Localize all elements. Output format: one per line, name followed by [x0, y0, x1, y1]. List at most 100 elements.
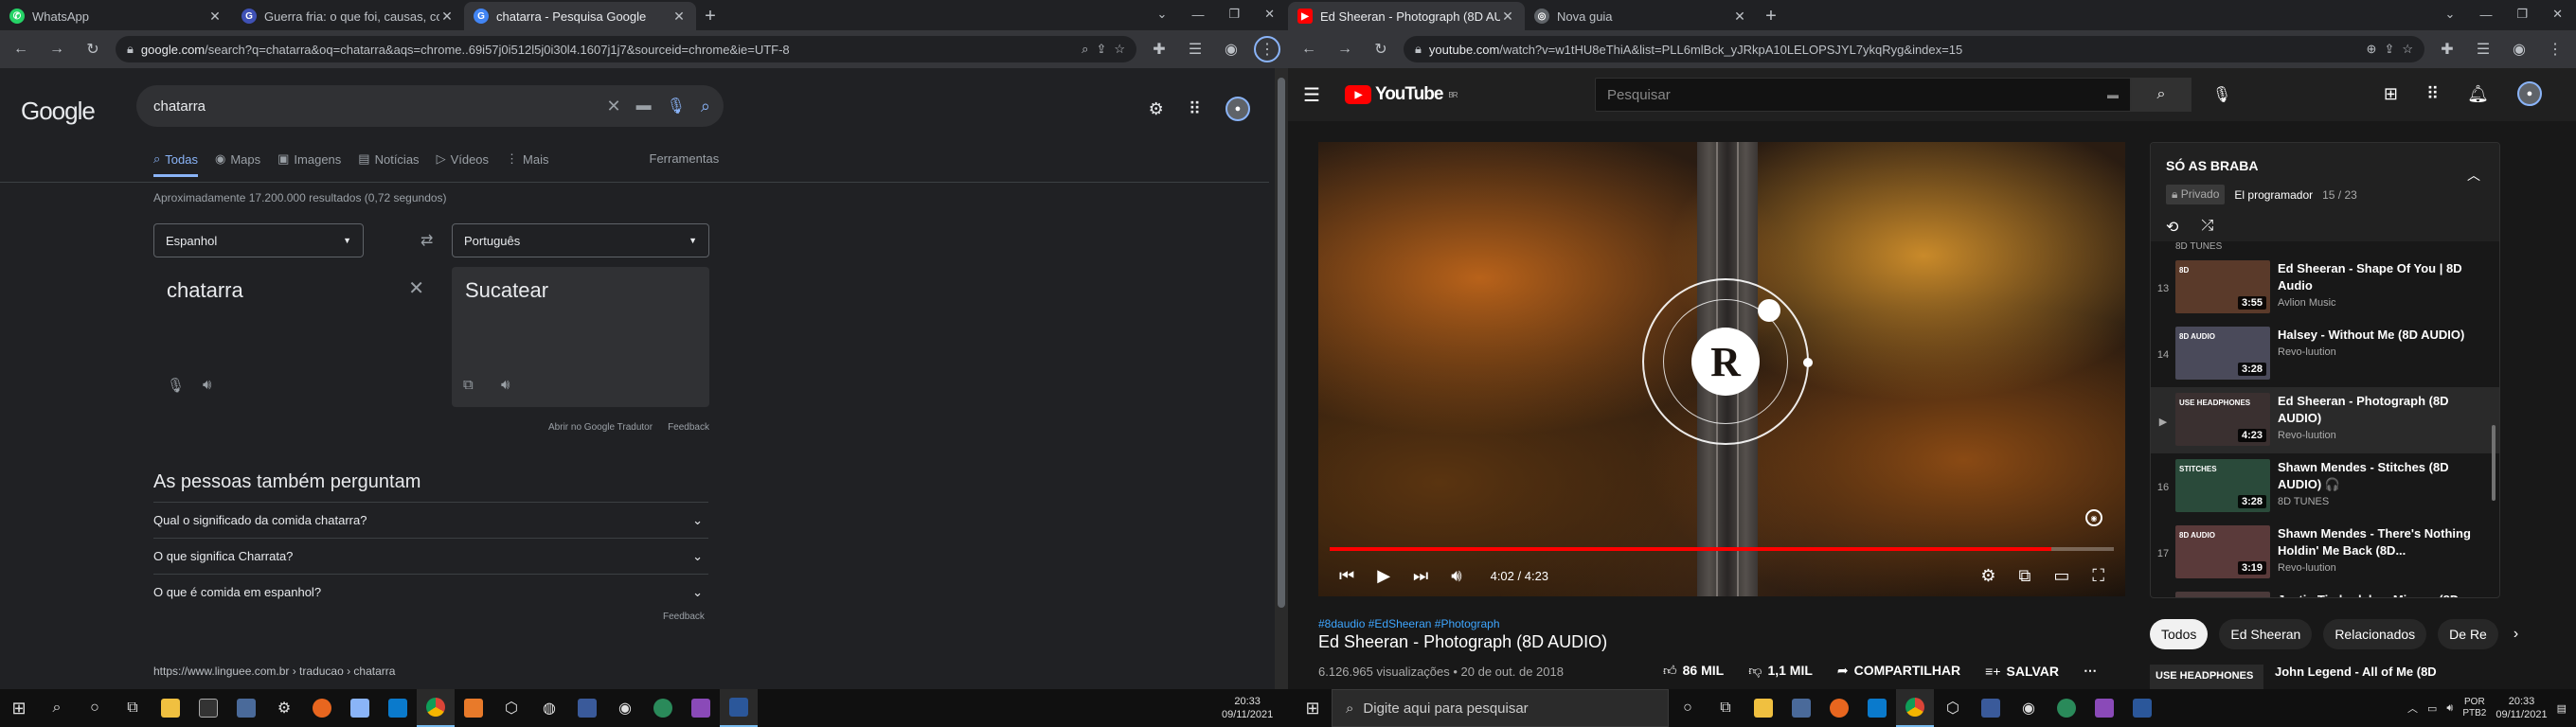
voice-search-button[interactable]: 🎙︎ — [2205, 78, 2239, 112]
notification-center-icon[interactable]: ▤ — [2557, 702, 2567, 715]
like-button[interactable]: 👍︎ 86 MIL — [1663, 663, 1724, 679]
clear-text-icon[interactable]: ✕ — [408, 276, 424, 300]
tab-todas[interactable]: ⌕ Todas — [153, 151, 198, 177]
visual-studio-icon[interactable] — [2085, 689, 2123, 727]
tab-google-search[interactable]: G chatarra - Pesquisa Google ✕ — [464, 2, 696, 30]
tab-videos[interactable]: ▷ Vídeos — [437, 151, 489, 174]
chevron-right-icon[interactable]: › — [2513, 626, 2518, 643]
taskbar-search-input[interactable]: ⌕ Digite aqui para pesquisar — [1332, 689, 1669, 727]
google-logo[interactable]: Google — [21, 97, 96, 126]
page-scrollbar[interactable] — [1275, 68, 1288, 689]
save-button[interactable]: ≡+ SALVAR — [1985, 664, 2059, 679]
copy-icon[interactable]: ⧉ — [463, 377, 474, 393]
settings-gear-icon[interactable]: ⚙ — [1980, 566, 1995, 586]
hs-app-icon[interactable] — [644, 689, 682, 727]
tab-search-icon[interactable]: ⌄ — [2445, 7, 2456, 22]
chip-de-re[interactable]: De Re — [2438, 619, 2498, 649]
reload-icon[interactable]: ↻ — [1368, 36, 1394, 62]
github-icon[interactable]: ◉ — [606, 689, 644, 727]
file-explorer-icon[interactable] — [152, 689, 189, 727]
playlist-item[interactable]: ▶ USE HEADPHONES 4:23 Ed Sheeran - Photogra… — [2151, 387, 2499, 453]
tab-whatsapp[interactable]: ✆ WhatsApp ✕ — [0, 2, 232, 30]
speaker-icon[interactable]: 🔊︎ — [501, 377, 510, 393]
reading-list-icon[interactable]: ☰ — [1182, 36, 1208, 62]
taskbar-clock-left[interactable]: 20:33 09/11/2021 — [1222, 689, 1273, 727]
restore-icon[interactable]: ❐ — [2516, 7, 2528, 22]
minimize-icon[interactable]: — — [1191, 8, 1204, 22]
apps-grid-icon[interactable]: ⠿ — [2426, 84, 2439, 104]
chevron-up-icon[interactable]: ︿ — [2407, 700, 2418, 716]
keyboard-icon[interactable]: ▬ — [636, 98, 652, 115]
settings-gear-icon[interactable]: ⚙ — [1149, 99, 1164, 119]
chrome-icon[interactable] — [1896, 689, 1934, 727]
calculator-icon[interactable] — [1782, 689, 1820, 727]
hs-app-icon[interactable] — [2048, 689, 2085, 727]
chip-todos[interactable]: Todos — [2150, 619, 2209, 649]
volume-icon[interactable]: 🔊︎ — [2446, 702, 2453, 715]
mic-icon[interactable]: 🎙︎ — [667, 97, 686, 115]
tab-maps[interactable]: ◉ Maps — [215, 151, 260, 174]
miniplayer-icon[interactable]: ⧉ — [2019, 566, 2031, 586]
youtube-search-button[interactable]: ⌕ — [2131, 78, 2191, 112]
restore-icon[interactable]: ❐ — [1228, 7, 1240, 22]
mic-icon[interactable]: 🎙︎ — [167, 377, 185, 394]
forward-icon[interactable]: → — [44, 36, 70, 62]
keyboard-icon[interactable]: ▬ — [2107, 88, 2119, 101]
play-icon[interactable]: ▶ — [1377, 566, 1390, 586]
tab-mais[interactable]: ⋮ Mais — [506, 151, 548, 174]
menu-icon[interactable]: ⋮ — [2542, 36, 2568, 62]
swap-languages-icon[interactable]: ⇄ — [420, 231, 433, 250]
tab-guerra-fria[interactable]: G Guerra fria: o que foi, causas, con ✕ — [232, 2, 464, 30]
speaker-icon[interactable]: 🔊︎ — [203, 377, 211, 393]
steam-icon[interactable]: ◍ — [530, 689, 568, 727]
task-view-icon[interactable]: ⧉ — [1707, 689, 1744, 727]
search-icon[interactable]: ⌕ — [701, 97, 710, 116]
video-hashtags[interactable]: #8daudio #EdSheeran #Photograph — [1318, 617, 1500, 630]
close-tab-icon[interactable]: ✕ — [671, 9, 687, 25]
loop-icon[interactable]: ⟲ — [2166, 218, 2178, 237]
chip-ed-sheeran[interactable]: Ed Sheeran — [2219, 619, 2313, 649]
file-explorer-icon[interactable] — [1744, 689, 1782, 727]
vscode-icon[interactable] — [379, 689, 417, 727]
address-bar[interactable]: 🔒︎ google.com/search?q=chatarra&oq=chata… — [116, 36, 1136, 62]
new-tab-button[interactable]: + — [1757, 2, 1785, 30]
paa-question[interactable]: O que significa Charrata? ⌄ — [153, 538, 708, 574]
address-bar[interactable]: 🔒︎ youtube.com/watch?v=w1tHU8eThiA&list=… — [1404, 36, 2424, 62]
target-language-select[interactable]: Português ▼ — [452, 223, 709, 257]
share-icon[interactable]: ⇪ — [2384, 42, 2394, 57]
account-avatar[interactable]: ● — [1225, 97, 1250, 121]
close-tab-icon[interactable]: ✕ — [1500, 9, 1515, 25]
extensions-icon[interactable]: ✚ — [2434, 36, 2460, 62]
paa-question[interactable]: Qual o significado da comida chatarra? ⌄ — [153, 502, 708, 538]
playlist-item[interactable]: 16 STITCHES 3:28 Shawn Mendes - Stitches (8… — [2151, 453, 2499, 520]
cortana-icon[interactable]: ○ — [1669, 689, 1707, 727]
close-window-icon[interactable]: ✕ — [1264, 7, 1275, 22]
notepad-icon[interactable] — [341, 689, 379, 727]
word-icon[interactable] — [2123, 689, 2161, 727]
gear-app-icon[interactable]: ⚙ — [265, 689, 303, 727]
fullscreen-icon[interactable]: ⛶ — [2092, 566, 2104, 586]
tab-imagens[interactable]: ▣ Imagens — [277, 151, 341, 174]
back-icon[interactable]: ← — [1296, 36, 1322, 62]
reload-icon[interactable]: ↻ — [80, 36, 106, 62]
playlist-owner[interactable]: El programador — [2234, 188, 2313, 202]
share-button[interactable]: ➦ COMPARTILHAR — [1837, 663, 1960, 679]
keyboard-language[interactable]: POR PTB2 — [2462, 697, 2486, 719]
playlist-item[interactable]: 17 8D AUDIO 3:19 Shawn Mendes - There's Not… — [2151, 520, 2499, 586]
clear-icon[interactable]: ✕ — [607, 97, 621, 116]
chrome-icon[interactable] — [417, 689, 455, 727]
minimize-icon[interactable]: — — [2479, 8, 2492, 22]
tab-search-icon[interactable]: ⌄ — [1157, 7, 1168, 22]
notifications-bell-icon[interactable]: 🔔︎ — [2467, 84, 2489, 104]
word-icon[interactable] — [720, 689, 758, 727]
hamburger-menu-icon[interactable]: ☰ — [1303, 83, 1320, 107]
paa-feedback-link[interactable]: Feedback — [663, 612, 705, 622]
search-query[interactable]: chatarra — [153, 98, 592, 115]
search-icon[interactable]: ⌕ — [1082, 42, 1088, 57]
open-translator-link[interactable]: Abrir no Google Tradutor — [548, 422, 653, 433]
task-view-icon[interactable]: ⧉ — [114, 689, 152, 727]
playlist-name[interactable]: SÓ AS BRABA — [2166, 158, 2484, 173]
feedback-link[interactable]: Feedback — [668, 422, 709, 433]
github-icon[interactable]: ◉ — [2010, 689, 2048, 727]
tab-noticias[interactable]: ▤ Notícias — [358, 151, 419, 174]
